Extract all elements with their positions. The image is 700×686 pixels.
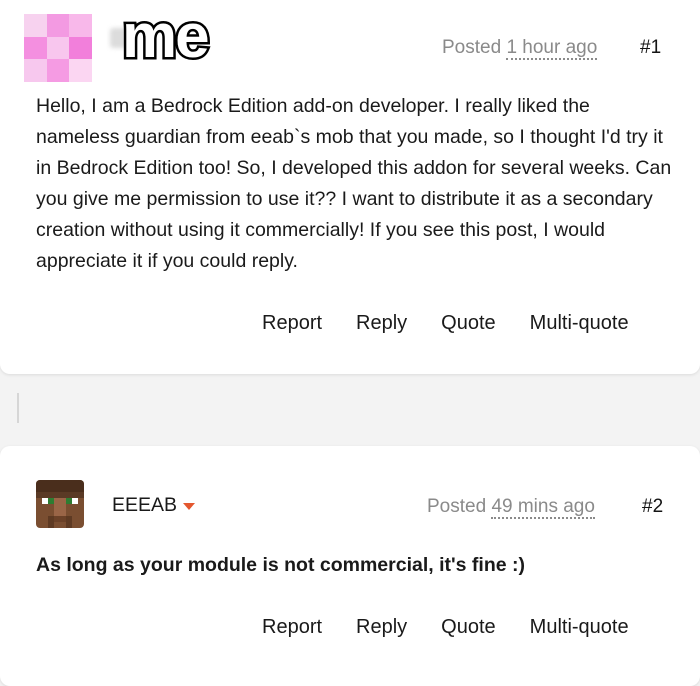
reply-button[interactable]: Reply xyxy=(356,616,407,639)
post-timestamp: Posted 49 mins ago xyxy=(427,496,595,519)
post-body: As long as your module is not commercial… xyxy=(36,554,525,576)
avatar-pixel xyxy=(69,59,92,82)
avatar-pixel xyxy=(46,36,70,60)
post-actions: Report Reply Quote Multi-quote xyxy=(262,616,629,639)
report-button[interactable]: Report xyxy=(262,616,322,639)
post-card: EEEAB Posted 49 mins ago #2 As long as y… xyxy=(0,446,700,686)
avatar-pixel xyxy=(46,59,70,82)
thread-connector xyxy=(17,393,19,423)
reply-button[interactable]: Reply xyxy=(356,312,407,335)
posted-prefix: Posted xyxy=(427,496,487,517)
villager-face-icon[interactable] xyxy=(36,480,84,528)
posted-time-link[interactable]: 49 mins ago xyxy=(491,496,595,519)
post-timestamp: Posted 1 hour ago xyxy=(442,37,598,60)
avatar-pixel xyxy=(69,14,92,37)
avatar-pixel xyxy=(46,14,70,37)
quote-button[interactable]: Quote xyxy=(441,312,495,335)
avatar-pixel xyxy=(24,14,47,37)
post-number-link[interactable]: #1 xyxy=(640,37,661,59)
avatar[interactable] xyxy=(24,14,92,82)
avatar-pixel xyxy=(24,36,47,60)
author-name: EEEAB xyxy=(112,494,178,516)
me-label-text: me xyxy=(122,7,208,69)
multi-quote-button[interactable]: Multi-quote xyxy=(530,312,629,335)
post-body: Hello, I am a Bedrock Edition add-on dev… xyxy=(36,95,672,272)
posted-prefix: Posted xyxy=(442,37,502,58)
chevron-down-icon[interactable] xyxy=(183,503,196,510)
avatar-pixel xyxy=(69,36,92,60)
multi-quote-button[interactable]: Multi-quote xyxy=(530,616,629,639)
post-card: me Posted 1 hour ago #1 Hello, I am a Be… xyxy=(0,0,700,374)
report-button[interactable]: Report xyxy=(262,312,322,335)
author-username[interactable]: EEEAB xyxy=(112,494,196,517)
post-number-link[interactable]: #2 xyxy=(642,496,663,518)
quote-button[interactable]: Quote xyxy=(441,616,495,639)
me-handwritten-label: me xyxy=(120,7,213,69)
avatar-pixel xyxy=(24,59,47,82)
posted-time-link[interactable]: 1 hour ago xyxy=(506,37,598,60)
post-actions: Report Reply Quote Multi-quote xyxy=(262,312,629,335)
